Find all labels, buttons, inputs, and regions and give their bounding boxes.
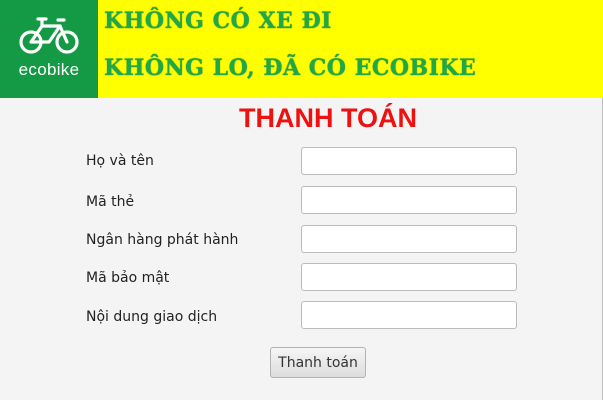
slogan-line-2: KHÔNG LO, ĐÃ CÓ ECOBIKE [104,55,477,81]
ecobike-logo: ecobike [0,0,98,98]
security-code-label: Mã bảo mật [86,270,170,286]
bicycle-icon [19,17,79,54]
issuing-bank-input[interactable] [301,225,517,253]
logo-text: ecobike [18,60,80,79]
transaction-content-label: Nội dung giao dịch [86,309,218,325]
security-code-input[interactable] [301,263,517,291]
transaction-content-input[interactable] [301,301,517,329]
full-name-label: Họ và tên [86,153,154,169]
card-number-input[interactable] [301,186,517,214]
slogan-line-1: KHÔNG CÓ XE ĐI [104,8,332,34]
card-number-label: Mã thẻ [86,194,135,210]
app-header: ecobike KHÔNG CÓ XE ĐI KHÔNG LO, ĐÃ CÓ E… [0,0,603,98]
issuing-bank-label: Ngân hàng phát hành [86,232,239,248]
page-title: THANH TOÁN [239,103,417,133]
full-name-input[interactable] [301,147,517,175]
pay-button[interactable]: Thanh toán [270,347,366,378]
